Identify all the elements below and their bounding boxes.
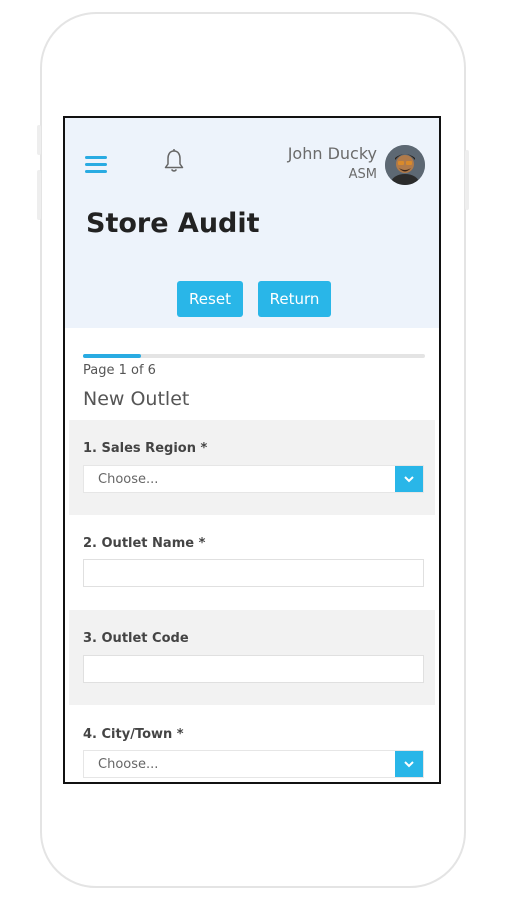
return-button[interactable]: Return bbox=[258, 281, 331, 317]
outlet-code-input[interactable] bbox=[83, 655, 424, 683]
page-title: Store Audit bbox=[86, 208, 260, 239]
user-role: ASM bbox=[348, 167, 377, 182]
progress-fill bbox=[83, 354, 142, 358]
page-indicator: Page 1 of 6 bbox=[83, 363, 156, 378]
hamburger-menu-icon[interactable] bbox=[85, 156, 107, 174]
progress-bar bbox=[83, 354, 425, 358]
app-header: John Ducky ASM Store Audit Reset Return bbox=[65, 118, 439, 328]
user-name: John Ducky bbox=[287, 144, 377, 163]
reset-button[interactable]: Reset bbox=[177, 281, 243, 317]
phone-side-button bbox=[37, 125, 41, 155]
bell-icon[interactable] bbox=[163, 148, 185, 174]
sales-region-select[interactable]: Choose... bbox=[83, 465, 424, 493]
question-outlet-name: 2. Outlet Name * bbox=[69, 515, 435, 610]
avatar[interactable] bbox=[385, 145, 425, 185]
select-placeholder: Choose... bbox=[98, 472, 159, 487]
question-label: 4. City/Town * bbox=[83, 727, 184, 742]
section-title: New Outlet bbox=[83, 388, 190, 410]
question-city-town: 4. City/Town * Choose... bbox=[69, 705, 435, 782]
city-town-select[interactable]: Choose... bbox=[83, 750, 424, 778]
chevron-down-icon[interactable] bbox=[395, 466, 423, 492]
question-sales-region: 1. Sales Region * Choose... bbox=[69, 420, 435, 515]
outlet-name-input[interactable] bbox=[83, 559, 424, 587]
phone-side-button bbox=[465, 150, 469, 210]
question-label: 2. Outlet Name * bbox=[83, 536, 206, 551]
phone-side-button bbox=[37, 170, 41, 220]
app-screen: John Ducky ASM Store Audit Reset Return … bbox=[63, 116, 441, 784]
chevron-down-icon[interactable] bbox=[395, 751, 423, 777]
question-label: 3. Outlet Code bbox=[83, 631, 189, 646]
select-placeholder: Choose... bbox=[98, 757, 159, 772]
question-label: 1. Sales Region * bbox=[83, 441, 208, 456]
question-outlet-code: 3. Outlet Code bbox=[69, 610, 435, 705]
